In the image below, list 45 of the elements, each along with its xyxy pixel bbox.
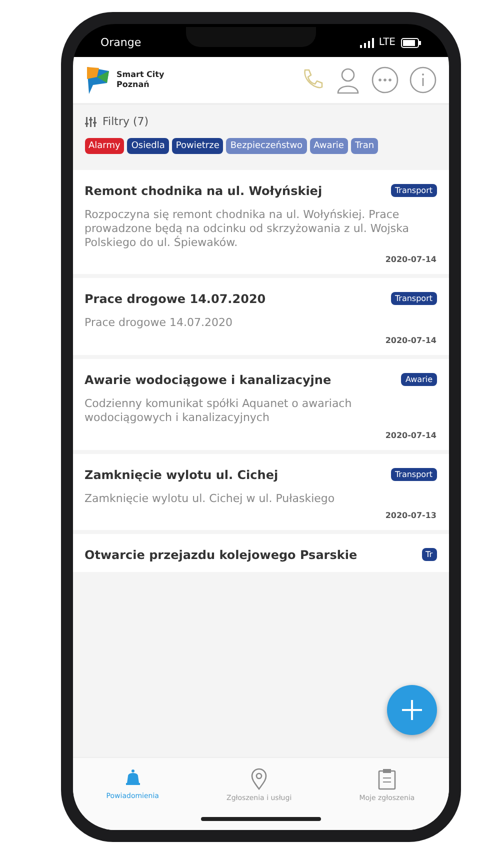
notice-card[interactable]: Prace drogowe 14.07.2020 Transport Prace drogowe 14.07.2020 2020-07-14 xyxy=(72,278,448,355)
plus-icon xyxy=(400,698,424,722)
notice-card[interactable]: Otwarcie przejazdu kolejowego Psarskie Tr xyxy=(72,534,448,572)
notice-title: Remont chodnika na ul. Wołyńskiej xyxy=(84,184,322,198)
filter-chip[interactable]: Alarmy xyxy=(84,138,124,154)
notice-date: 2020-07-14 xyxy=(385,430,436,440)
carrier-name: Orange xyxy=(100,36,142,49)
category-tag: Awarie xyxy=(401,373,436,386)
notice-card[interactable]: Remont chodnika na ul. Wołyńskiej Transport Rozpoczyna się remont chodnika na ul. Wołyńskiej. Prace prowadzone będą na odcinku od skrzyżowania z ul. Wojska Polskiego do ul. Śpiewaków. 2020-07-14 xyxy=(72,170,448,274)
notice-title: Otwarcie przejazdu kolejowego Psarskie xyxy=(84,548,358,562)
filter-icon[interactable] xyxy=(84,116,96,128)
signal-icon xyxy=(360,38,374,48)
notice-card[interactable]: Awarie wodociągowe i kanalizacyjne Awarie Codzienny komunikat spółki Aquanet o awariach wodociągowych i kanalizacyjnych 2020-07-14 xyxy=(72,359,448,450)
notice-text: Zamknięcie wylotu ul. Cichej w ul. Pułaskiego xyxy=(84,492,336,506)
notice-date: 2020-07-14 xyxy=(385,255,436,264)
info-icon[interactable] xyxy=(408,66,436,94)
logo-icon xyxy=(84,65,110,95)
category-tag: Tr xyxy=(422,548,436,562)
notice-date: 2020-07-14 xyxy=(385,336,436,345)
app-name: Smart City xyxy=(116,70,164,80)
location-pin-icon xyxy=(249,768,270,790)
notice-title: Prace drogowe 14.07.2020 xyxy=(84,292,266,306)
more-icon[interactable] xyxy=(370,66,398,94)
filter-chip[interactable]: Awarie xyxy=(310,138,348,154)
clipboard-icon xyxy=(378,768,396,790)
category-tag: Transport xyxy=(390,184,436,197)
category-tag: Transport xyxy=(390,468,436,480)
notice-text: Prace drogowe 14.07.2020 xyxy=(84,316,234,330)
add-button[interactable] xyxy=(386,685,436,735)
user-icon[interactable] xyxy=(334,66,360,94)
filter-chip[interactable]: Tran xyxy=(350,138,378,154)
city-name: Poznań xyxy=(116,80,150,90)
notice-text: Codzienny komunikat spółki Aquanet o awariach wodociągowych i kanalizacyjnych xyxy=(84,397,353,424)
battery-icon xyxy=(400,38,420,48)
notice-text: Rozpoczyna się remont chodnika na ul. Wołyńskiej. Prace prowadzone będą na odcinku od skrzyżowania z ul. Wojska Polskiego do ul. Śpiewaków. xyxy=(84,208,410,250)
category-tag: Transport xyxy=(390,292,436,306)
filter-chip[interactable]: Osiedla xyxy=(127,138,169,154)
notice-card[interactable]: Zamknięcie wylotu ul. Cichej Transport Zamknięcie wylotu ul. Cichej w ul. Pułaskiego 2020-07-13 xyxy=(72,454,448,530)
notice-title: Awarie wodociągowe i kanalizacyjne xyxy=(84,373,332,387)
notice-title: Zamknięcie wylotu ul. Cichej xyxy=(84,468,278,482)
filter-label[interactable]: Filtry (7) xyxy=(102,115,149,128)
notice-date: 2020-07-13 xyxy=(385,511,436,520)
filter-chip[interactable]: Bezpieczeństwo xyxy=(226,138,307,154)
network-type: LTE xyxy=(378,37,396,48)
filter-chip[interactable]: Powietrze xyxy=(172,138,224,154)
